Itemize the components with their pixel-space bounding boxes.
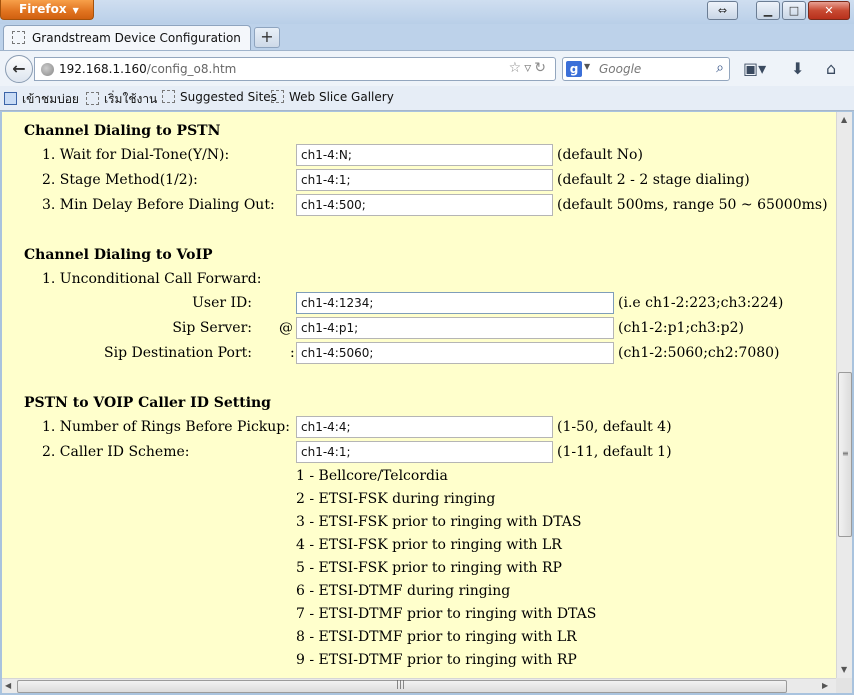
caller-id-scheme-note: (1-11, default 1) — [557, 444, 672, 460]
wait-dial-tone-note: (default No) — [557, 147, 643, 163]
scroll-down-arrow-icon[interactable]: ▼ — [841, 665, 847, 674]
close-window-button[interactable]: ✕ — [808, 1, 850, 20]
bookmark-page-icon — [162, 90, 175, 103]
search-bar[interactable]: g ▼ Google ⌕ — [562, 57, 730, 81]
firefox-menu-button[interactable]: Firefox ▼ — [0, 0, 94, 20]
url-actions: ☆▿↻ — [509, 60, 549, 76]
sip-port-prefix: : — [290, 345, 295, 361]
firefox-menu-label: Firefox — [19, 2, 67, 16]
tab-title: Grandstream Device Configuration — [32, 31, 241, 45]
caller-id-option: 2 - ETSI-FSK during ringing — [296, 491, 496, 507]
rings-before-pickup-note: (1-50, default 4) — [557, 419, 672, 435]
restore-tabs-icon[interactable]: ⇔ — [707, 1, 738, 20]
downloads-icon[interactable]: ⬇ — [791, 59, 804, 78]
sip-server-note: (ch1-2:p1;ch3:p2) — [618, 320, 744, 336]
user-id-input[interactable]: ch1-4:1234; — [296, 292, 614, 314]
dropdown-arrow-icon: ▼ — [72, 6, 79, 15]
section-title-voip: Channel Dialing to VoIP — [24, 247, 213, 263]
maximize-button[interactable]: □ — [782, 1, 806, 20]
user-id-note: (i.e ch1-2:223;ch3:224) — [618, 295, 784, 311]
sip-server-label: Sip Server: — [172, 320, 252, 336]
bookmark-folder-icon — [4, 92, 17, 105]
min-delay-label: 3. Min Delay Before Dialing Out: — [42, 197, 275, 213]
back-arrow-icon: ← — [12, 59, 26, 78]
caller-id-scheme-input[interactable]: ch1-4:1; — [296, 441, 553, 463]
rings-before-pickup-label: 1. Number of Rings Before Pickup: — [42, 419, 290, 435]
page-content: Channel Dialing to PSTN 1. Wait for Dial… — [2, 112, 836, 678]
bookmark-star-icon[interactable]: ☆ — [509, 60, 525, 76]
bookmark-item-web-slice-gallery[interactable]: Web Slice Gallery — [271, 90, 394, 104]
horizontal-scroll-thumb[interactable]: ||| — [17, 680, 787, 693]
bookmark-item-suggested-sites[interactable]: Suggested Sites — [162, 90, 277, 104]
google-icon[interactable]: g — [566, 61, 582, 77]
sip-server-input[interactable]: ch1-4:p1; — [296, 317, 614, 339]
bookmark-label: Suggested Sites — [180, 90, 277, 104]
bookmark-label: เข้าชมบ่อย — [22, 92, 79, 106]
wait-dial-tone-input[interactable]: ch1-4:N; — [296, 144, 553, 166]
reload-icon[interactable]: ↻ — [534, 60, 549, 76]
caller-id-option: 8 - ETSI-DTMF prior to ringing with LR — [296, 629, 577, 645]
scroll-up-arrow-icon[interactable]: ▲ — [841, 115, 847, 124]
grip-icon: ≡ — [842, 449, 849, 458]
stage-method-input[interactable]: ch1-4:1; — [296, 169, 553, 191]
scrollbar-corner — [836, 678, 852, 693]
caller-id-option: 9 - ETSI-DTMF prior to ringing with RP — [296, 652, 577, 668]
sip-port-note: (ch1-2:5060;ch2:7080) — [618, 345, 780, 361]
rings-before-pickup-input[interactable]: ch1-4:4; — [296, 416, 553, 438]
section-title-pstn: Channel Dialing to PSTN — [24, 123, 221, 139]
home-icon[interactable]: ⌂ — [826, 59, 836, 78]
bookmark-label: เริ่มใช้งาน — [104, 92, 158, 106]
wait-dial-tone-label: 1. Wait for Dial-Tone(Y/N): — [42, 147, 230, 163]
url-bar[interactable]: 192.168.1.160/config_o8.htm ☆▿↻ — [34, 57, 556, 81]
caller-id-option: 4 - ETSI-FSK prior to ringing with LR — [296, 537, 562, 553]
window-titlebar: Firefox ▼ ⇔ ▁ □ ✕ — [0, 0, 854, 24]
sip-server-prefix: @ — [279, 320, 293, 336]
search-engine-dropdown-icon[interactable]: ▼ — [584, 62, 590, 71]
scroll-left-arrow-icon[interactable]: ◀ — [5, 681, 11, 690]
back-button[interactable]: ← — [5, 55, 33, 83]
search-placeholder: Google — [599, 62, 642, 76]
grip-icon: ||| — [396, 680, 406, 690]
caller-id-option: 5 - ETSI-FSK prior to ringing with RP — [296, 560, 562, 576]
url-host: 192.168.1.160 — [59, 62, 147, 76]
stage-method-label: 2. Stage Method(1/2): — [42, 172, 198, 188]
stage-method-note: (default 2 - 2 stage dialing) — [557, 172, 750, 188]
search-icon[interactable]: ⌕ — [716, 60, 724, 76]
globe-icon — [41, 63, 54, 76]
caller-id-option: 7 - ETSI-DTMF prior to ringing with DTAS — [296, 606, 597, 622]
minimize-button[interactable]: ▁ — [756, 1, 780, 20]
history-dropdown-icon[interactable]: ▿ — [524, 60, 534, 76]
section-title-caller-id: PSTN to VOIP Caller ID Setting — [24, 395, 271, 411]
bookmark-item-getting-started[interactable]: เริ่มใช้งาน — [86, 90, 157, 109]
caller-id-scheme-label: 2. Caller ID Scheme: — [42, 444, 190, 460]
min-delay-input[interactable]: ch1-4:500; — [296, 194, 553, 216]
new-tab-button[interactable]: + — [254, 27, 280, 48]
bookmarks-toolbar: เข้าชมบ่อย เริ่มใช้งาน Suggested Sites W… — [0, 86, 854, 111]
scroll-right-arrow-icon[interactable]: ▶ — [822, 681, 828, 690]
tab-strip: Grandstream Device Configuration + — [0, 24, 854, 50]
bookmarks-menu-icon[interactable]: ▣▾ — [743, 59, 766, 78]
horizontal-scrollbar[interactable]: ◀ ||| ▶ — [2, 678, 836, 693]
caller-id-option: 6 - ETSI-DTMF during ringing — [296, 583, 511, 599]
caller-id-option: 3 - ETSI-FSK prior to ringing with DTAS — [296, 514, 582, 530]
min-delay-note: (default 500ms, range 50 ~ 65000ms) — [557, 197, 828, 213]
bookmark-page-icon — [271, 90, 284, 103]
caller-id-option: 1 - Bellcore/Telcordia — [296, 468, 448, 484]
user-id-label: User ID: — [192, 295, 252, 311]
vertical-scroll-thumb[interactable]: ≡ — [838, 372, 852, 537]
vertical-scrollbar[interactable]: ▲ ≡ ▼ — [836, 112, 852, 678]
url-path: /config_o8.htm — [146, 62, 237, 76]
unconditional-forward-label: 1. Unconditional Call Forward: — [42, 271, 262, 287]
url-text: 192.168.1.160/config_o8.htm — [59, 62, 236, 76]
sip-port-input[interactable]: ch1-4:5060; — [296, 342, 614, 364]
bookmark-page-icon — [86, 92, 99, 105]
tab-grandstream[interactable]: Grandstream Device Configuration — [3, 25, 251, 50]
navigation-toolbar: 192.168.1.160/config_o8.htm ☆▿↻ ← g ▼ Go… — [0, 50, 854, 86]
sip-port-label: Sip Destination Port: — [104, 345, 252, 361]
bookmark-item-most-visited[interactable]: เข้าชมบ่อย — [4, 90, 79, 109]
bookmark-label: Web Slice Gallery — [289, 90, 394, 104]
page-favicon-icon — [12, 31, 25, 44]
